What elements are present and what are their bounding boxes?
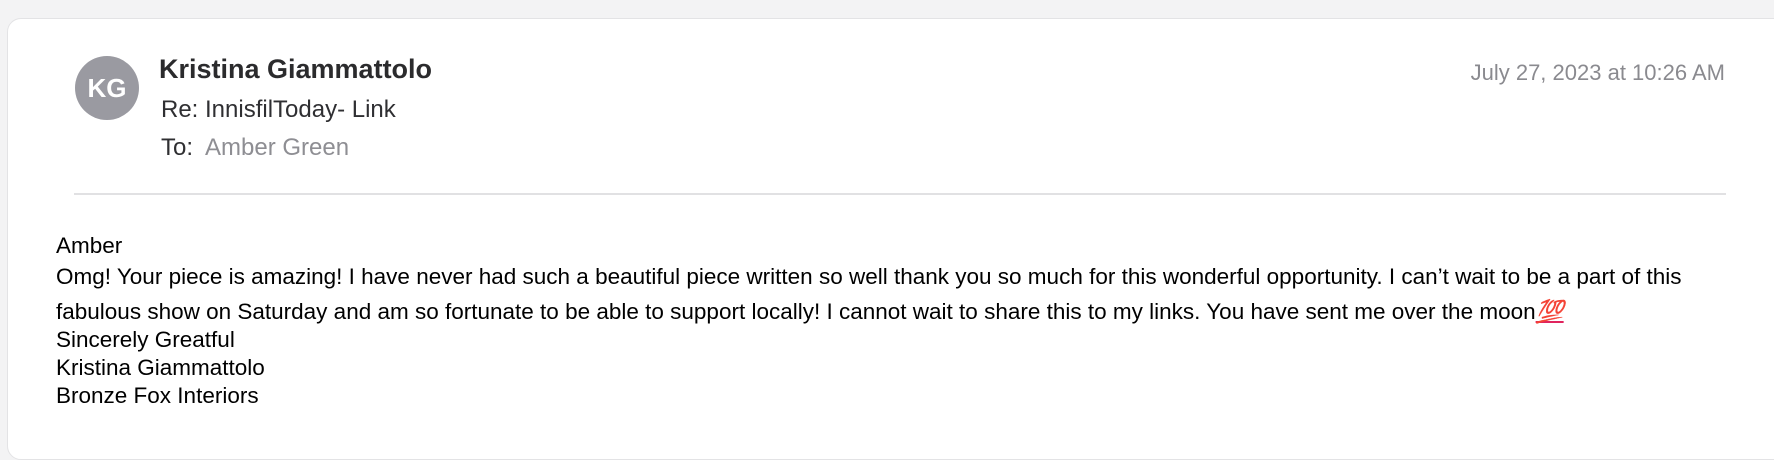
body-paragraph-text: Omg! Your piece is amazing! I have never… [56, 264, 1682, 324]
signature-name: Kristina Giammattolo [56, 355, 265, 380]
to-label: To: [161, 134, 194, 161]
email-subject: Re: InnisfilToday- Link [161, 96, 396, 123]
email-date: July 27, 2023 at 10:26 AM [1470, 60, 1725, 85]
hundred-points-icon: 💯 [1535, 299, 1564, 324]
email-body: Amber Omg! Your piece is amazing! I have… [56, 232, 1736, 410]
avatar-initials: KG [87, 72, 127, 103]
signature-company: Bronze Fox Interiors [56, 383, 259, 408]
body-closing: Sincerely Greatful [56, 327, 235, 352]
body-greeting: Amber [56, 233, 123, 258]
body-paragraph: Omg! Your piece is amazing! I have never… [56, 259, 1736, 329]
sender-name[interactable]: Kristina Giammattolo [159, 54, 432, 85]
header-divider [74, 193, 1726, 195]
sender-avatar: KG [75, 56, 139, 120]
recipient-name[interactable]: Amber Green [205, 134, 349, 161]
recipient-row: To: Amber Green [161, 134, 349, 162]
